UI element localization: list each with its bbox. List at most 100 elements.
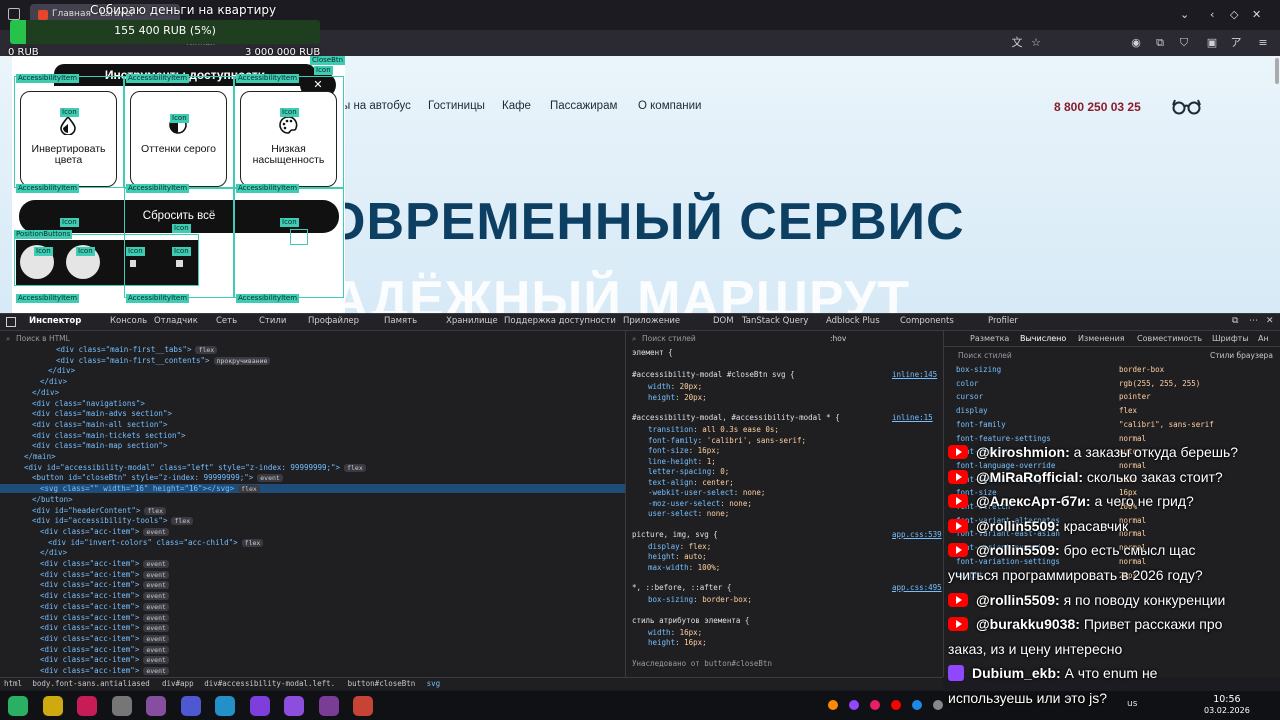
rule-declaration[interactable]: max-width: 100%; — [648, 563, 720, 572]
computed-property[interactable]: font-feature-settings normal — [956, 434, 1276, 443]
settings-icon[interactable] — [42, 696, 63, 716]
image-viewer-icon[interactable] — [318, 696, 339, 716]
html-node[interactable]: <div class="acc-item"> event — [40, 655, 169, 665]
html-node[interactable]: <div class="acc-item"> event — [40, 591, 169, 601]
glasses-icon[interactable] — [1172, 97, 1202, 117]
rule-source-link[interactable]: app.css:539 — [892, 530, 942, 539]
html-node[interactable]: <div class="main-first__contents"> прокру… — [56, 356, 271, 365]
html-node[interactable]: <div class="main-advs section"> — [32, 409, 172, 418]
tray-icon[interactable] — [849, 700, 859, 710]
screenshot-icon[interactable] — [77, 696, 97, 716]
devtools-tab[interactable]: Components — [900, 316, 954, 326]
node-badge[interactable]: event — [143, 613, 169, 622]
rule-declaration[interactable]: width: 16px; — [648, 628, 702, 637]
telegram-icon[interactable] — [215, 696, 235, 716]
devtools-tab[interactable]: Память — [384, 316, 417, 326]
menu-icon[interactable]: ≡ — [1256, 36, 1270, 50]
computed-tab[interactable]: Изменения — [1078, 334, 1125, 343]
dock-icon[interactable]: ⧉ — [1232, 316, 1238, 326]
html-node[interactable]: <div id="headerContent"> flex — [32, 506, 167, 515]
breadcrumb-item[interactable]: body.font-sans.antialiased — [32, 679, 149, 688]
html-node[interactable]: </main> — [24, 452, 56, 461]
bookmark-star-icon[interactable]: ☆ — [1029, 36, 1043, 50]
node-badge[interactable]: event — [143, 592, 169, 601]
tray-icon[interactable] — [828, 700, 838, 710]
html-node[interactable]: </div> — [32, 388, 59, 397]
nav-link-cafe[interactable]: Кафе — [502, 100, 531, 112]
hov-toggle[interactable]: :hov — [830, 334, 846, 343]
node-badge[interactable]: flex — [144, 506, 167, 515]
devtools-tab[interactable]: Поддержка доступности — [504, 316, 616, 326]
nav-link-bus[interactable]: ы на автобус — [342, 100, 411, 112]
rule-declaration[interactable]: display: flex; — [648, 542, 711, 551]
node-badge[interactable]: event — [143, 581, 169, 590]
rule-declaration[interactable]: line-height: 1; — [648, 457, 716, 466]
html-node[interactable]: <div class="acc-item"> event — [40, 580, 169, 590]
minimize-icon[interactable]: ‹ — [1210, 8, 1214, 21]
obsidian-icon[interactable] — [146, 696, 166, 716]
node-badge[interactable]: event — [257, 474, 283, 483]
discord-icon[interactable] — [180, 696, 201, 716]
rule-declaration[interactable]: width: 20px; — [648, 382, 702, 391]
node-badge[interactable]: event — [143, 570, 169, 579]
recording-icon[interactable] — [353, 696, 373, 716]
html-node[interactable]: <div class="acc-item"> event — [40, 570, 169, 579]
devtools-tab[interactable]: Adblock Plus — [826, 316, 880, 326]
wallet-icon[interactable]: ▣ — [1205, 36, 1219, 50]
rule-declaration[interactable]: transition: all 0.3s ease 0s; — [648, 425, 779, 434]
html-node[interactable]: <div class="navigations"> — [32, 399, 145, 408]
obs-icon[interactable] — [111, 696, 132, 716]
computed-tab[interactable]: Шрифты — [1212, 334, 1249, 343]
close-window-icon[interactable]: ✕ — [1252, 8, 1261, 21]
devtools-tab[interactable]: Профайлер — [308, 316, 359, 326]
html-node[interactable]: <div class="main-all section"> — [32, 420, 167, 429]
computed-property[interactable]: display flex — [956, 406, 1276, 415]
breadcrumb-item[interactable]: svg — [427, 679, 441, 688]
devtools-tab[interactable]: Стили — [259, 316, 286, 326]
html-node[interactable]: </div> — [48, 366, 75, 375]
node-badge[interactable]: event — [143, 656, 169, 665]
html-node[interactable]: <div class="main-tickets section"> — [32, 431, 186, 440]
tray-icon[interactable] — [933, 700, 943, 710]
tabs-overflow-icon[interactable]: ⌄ — [1180, 8, 1189, 21]
node-badge[interactable]: flex — [171, 517, 194, 526]
html-node[interactable]: <div class="acc-item"> event — [40, 645, 169, 654]
rule-declaration[interactable]: font-family: 'calibri', sans-serif; — [648, 436, 806, 445]
breadcrumb-item[interactable]: div#accessibility-modal.left. — [204, 679, 335, 688]
html-search-input[interactable]: Поиск в HTML — [16, 334, 70, 343]
rule-declaration[interactable]: user-select: none; — [648, 509, 729, 518]
devtools-tab[interactable]: Инспектор — [29, 316, 81, 326]
clock[interactable]: 10:56 03.02.2026 — [1204, 694, 1250, 716]
computed-property[interactable]: color rgb(255, 255, 255) — [956, 379, 1276, 388]
html-node[interactable]: </div> — [40, 377, 67, 386]
node-badge[interactable]: event — [143, 645, 169, 654]
nav-link-passengers[interactable]: Пассажирам — [550, 100, 617, 112]
html-node[interactable]: <div class="acc-item"> event — [40, 623, 169, 633]
rule-source-link[interactable]: app.css:495 — [892, 583, 942, 592]
computed-tab[interactable]: Разметка — [970, 334, 1009, 343]
keyboard-layout[interactable]: us — [1127, 699, 1137, 709]
node-badge[interactable]: event — [143, 527, 169, 536]
html-node[interactable]: <div class="main-first__tabs"> flex — [56, 345, 218, 354]
nav-link-about[interactable]: О компании — [638, 100, 701, 112]
html-node[interactable]: <div id="accessibility-tools"> flex — [32, 516, 194, 526]
html-node[interactable]: <button id="closeBtn" style="z-index: 99… — [32, 473, 283, 483]
devtools-tab[interactable]: TanStack Query — [742, 316, 808, 326]
devtools-tab[interactable]: Хранилище — [446, 316, 498, 326]
files-icon[interactable] — [284, 696, 304, 716]
computed-tab[interactable]: Ан — [1258, 334, 1269, 343]
node-badge[interactable]: flex — [241, 538, 264, 547]
html-node[interactable]: <div class="acc-item"> event — [40, 527, 169, 536]
node-badge[interactable]: event — [143, 560, 169, 568]
rule-declaration[interactable]: font-size: 16px; — [648, 446, 720, 455]
node-badge[interactable]: прокручивание — [213, 356, 271, 365]
html-node[interactable]: </button> — [32, 495, 73, 504]
html-node[interactable]: </div> — [40, 548, 67, 557]
tab-list-icon[interactable] — [8, 8, 20, 20]
html-node[interactable]: <div class="acc-item"> event — [40, 666, 169, 675]
rule-declaration[interactable]: height: 20px; — [648, 393, 707, 402]
maximize-icon[interactable]: ◇ — [1230, 8, 1238, 21]
styles-filter-input[interactable]: Поиск стилей — [642, 334, 696, 343]
devtools-tab[interactable]: Сеть — [216, 316, 237, 326]
html-node[interactable]: <div class="acc-item"> event — [40, 613, 169, 622]
